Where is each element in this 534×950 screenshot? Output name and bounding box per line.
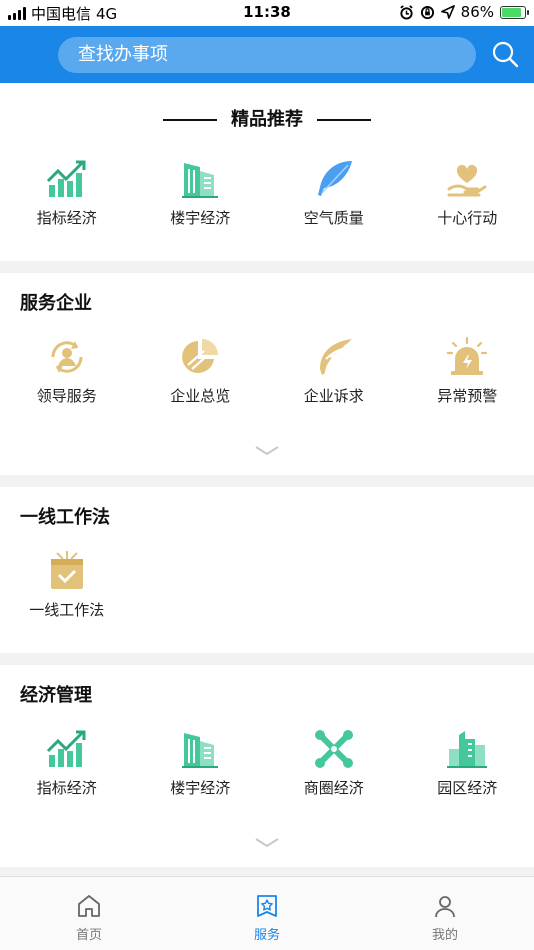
section-title: 服务企业	[20, 293, 92, 314]
feather-icon	[317, 161, 352, 196]
item-label: 商圈经济	[303, 779, 364, 797]
search-input[interactable]: 查找办事项	[58, 37, 476, 73]
economy-item-indicator-economy[interactable]: 指标经济	[0, 727, 134, 798]
item-label: 领导服务	[36, 387, 97, 405]
tab-label: 服务	[253, 928, 280, 943]
leader-service-icon	[51, 341, 83, 373]
item-label: 空气质量	[303, 209, 364, 227]
frontline-section: 一线工作法 一线工作法	[0, 487, 534, 653]
building-icon	[182, 733, 219, 768]
service-item-enterprise-demands[interactable]: 企业诉求	[267, 335, 401, 406]
item-label: 企业总览	[170, 387, 231, 405]
economy-item-park-economy[interactable]: 园区经济	[401, 727, 534, 798]
service-item-leader-service[interactable]: 领导服务	[0, 335, 134, 406]
item-label: 园区经济	[437, 779, 498, 797]
item-label: 楼宇经济	[170, 779, 231, 797]
item-label: 异常预警	[437, 387, 498, 405]
tab-bar: 首页 服务 我的	[0, 876, 534, 950]
pie-chart-icon	[182, 339, 219, 373]
frontline-item-work-method[interactable]: 一线工作法	[0, 549, 134, 620]
featured-item-ten-hearts[interactable]: 十心行动	[401, 157, 534, 228]
featured-item-indicator-economy[interactable]: 指标经济	[0, 157, 134, 228]
economy-item-business-district[interactable]: 商圈经济	[267, 727, 401, 798]
leaf-icon	[319, 339, 352, 375]
tab-mine[interactable]: 我的	[356, 877, 534, 950]
item-label: 十心行动	[437, 209, 498, 227]
battery-icon	[500, 5, 529, 19]
battery-fill	[502, 7, 521, 17]
expand-chevron-icon[interactable]	[255, 837, 279, 849]
section-title: 一线工作法	[20, 507, 110, 528]
title-divider-right	[317, 119, 371, 121]
rotation-lock-icon	[420, 5, 434, 19]
trend-chart-icon	[46, 730, 86, 767]
star-tag-icon	[257, 895, 277, 917]
tab-label: 首页	[75, 928, 102, 943]
expand-chevron-icon[interactable]	[255, 445, 279, 457]
item-label: 企业诉求	[303, 387, 364, 405]
featured-title: 精品推荐	[0, 105, 534, 131]
featured-section: 精品推荐 指标经济 楼宇经济 空气质量 十心行动	[0, 83, 534, 261]
economy-section: 经济管理 指标经济 楼宇经济 商圈经济 园区经济	[0, 665, 534, 867]
status-bar: 中国电信 4G 11:38 86%	[0, 0, 534, 26]
search-button[interactable]	[489, 38, 521, 70]
battery-percent: 86%	[460, 3, 494, 21]
economy-item-building-economy[interactable]: 楼宇经济	[134, 727, 268, 798]
tab-service[interactable]: 服务	[178, 877, 356, 950]
tab-label: 我的	[431, 928, 458, 943]
location-icon	[440, 5, 455, 19]
checkbox-box-icon	[50, 551, 83, 589]
tab-home[interactable]: 首页	[0, 877, 178, 950]
heart-hand-icon	[447, 164, 487, 197]
header: 查找办事项	[0, 26, 534, 83]
alarm-light-icon	[447, 336, 488, 375]
alarm-icon	[399, 4, 413, 20]
featured-item-air-quality[interactable]: 空气质量	[267, 157, 401, 228]
featured-item-building-economy[interactable]: 楼宇经济	[134, 157, 268, 228]
trend-chart-icon	[46, 160, 86, 197]
service-section: 服务企业 领导服务 企业总览 企业诉求 异常预警	[0, 273, 534, 475]
building-icon	[182, 163, 219, 198]
item-label: 楼宇经济	[170, 209, 231, 227]
item-label: 指标经济	[36, 779, 97, 797]
section-title: 经济管理	[20, 685, 92, 706]
search-icon	[492, 41, 519, 68]
person-icon	[435, 896, 455, 918]
title-divider-left	[163, 119, 217, 121]
home-icon	[78, 895, 100, 917]
item-label: 一线工作法	[29, 601, 105, 619]
service-item-enterprise-overview[interactable]: 企业总览	[134, 335, 268, 406]
park-buildings-icon	[447, 731, 488, 768]
item-label: 指标经济	[36, 209, 97, 227]
joomla-icon	[314, 730, 353, 768]
service-item-anomaly-alert[interactable]: 异常预警	[401, 335, 534, 406]
